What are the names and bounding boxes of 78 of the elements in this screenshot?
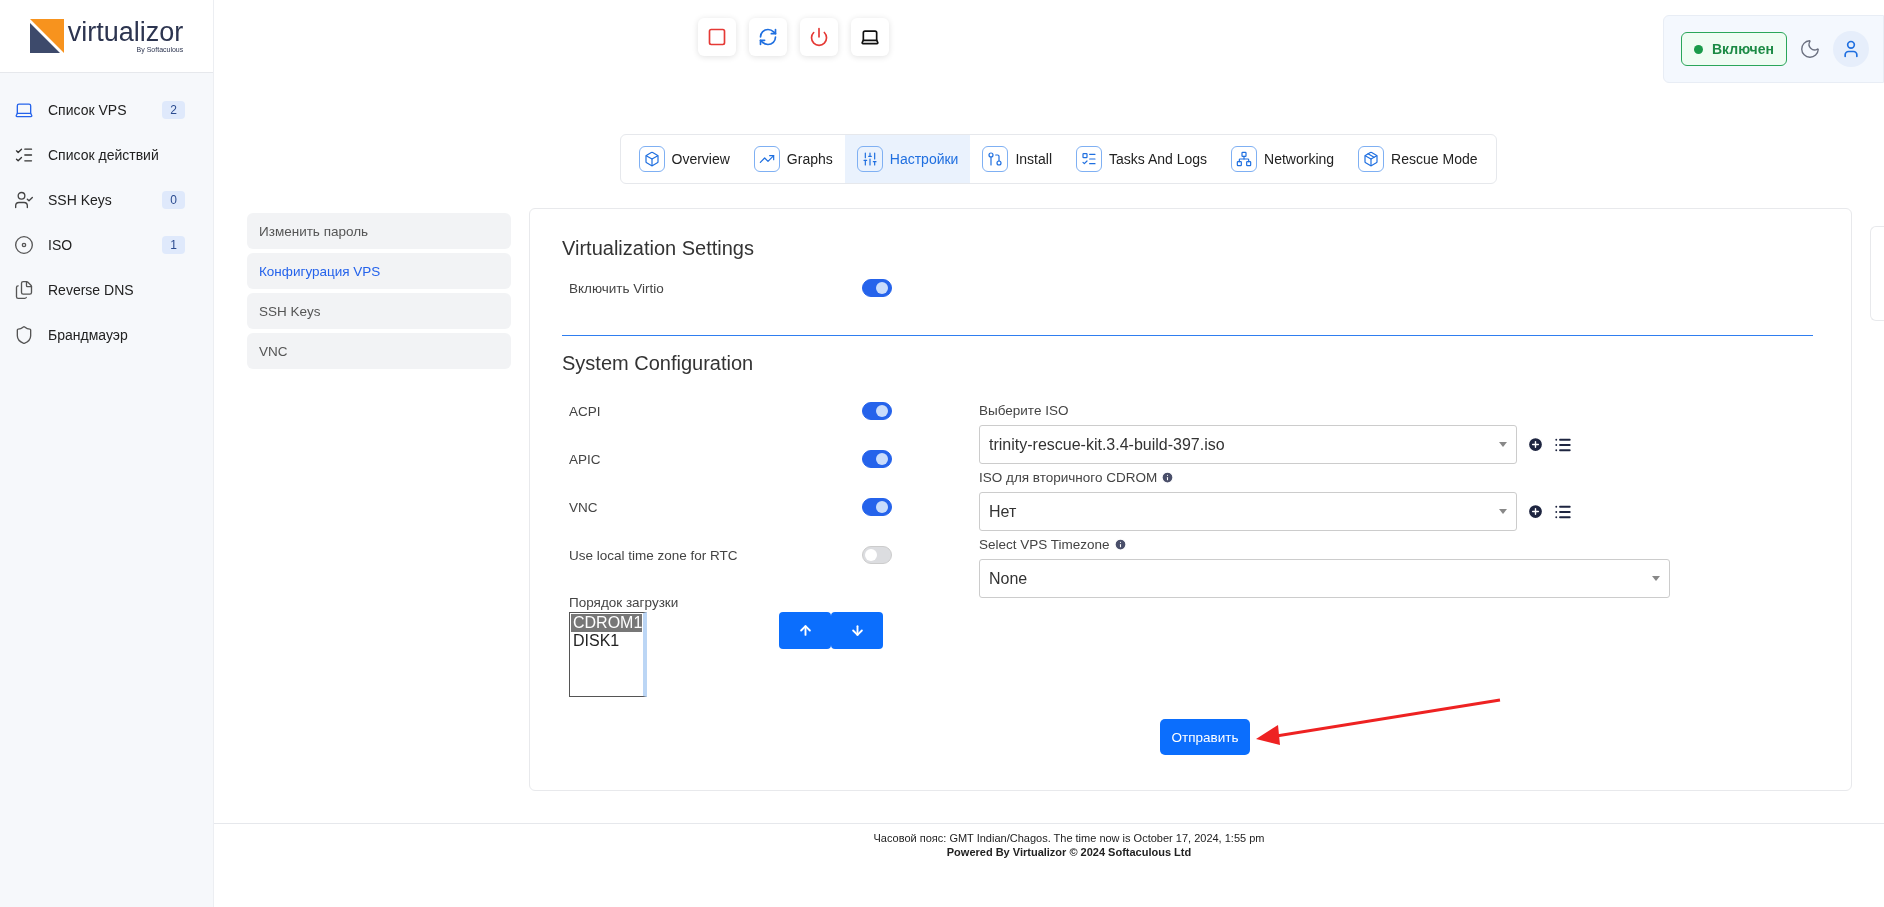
package-icon (1358, 146, 1385, 172)
add-icon[interactable] (1527, 436, 1544, 453)
stop-icon (707, 27, 727, 47)
toggle-switch[interactable] (862, 450, 892, 468)
stop-button[interactable] (698, 18, 736, 56)
footer-copyright: Powered By Virtualizor © 2024 Softaculous Ltd (946, 846, 1192, 858)
move-down-button[interactable] (831, 612, 883, 649)
toggle-switch[interactable] (862, 279, 892, 297)
tab[interactable]: Graphs (741, 135, 845, 183)
submenu-item[interactable]: SSH Keys (247, 293, 511, 329)
footer-time: Часовой пояс: GMT Indian/Chagos. The time now is October 17, 2024, 1:55 pm (873, 832, 1265, 844)
checklist-icon (1076, 146, 1102, 172)
submenu-item[interactable]: VNC (247, 333, 511, 369)
caret-icon (1499, 442, 1507, 447)
toggle-switch[interactable] (862, 498, 892, 516)
refresh-icon (758, 27, 778, 47)
tab[interactable]: Настройки (844, 135, 971, 183)
toggle-switch[interactable] (862, 402, 892, 420)
info-icon[interactable] (1113, 538, 1127, 551)
shield-icon (14, 324, 34, 345)
select-field[interactable]: None (979, 559, 1670, 598)
add-icon[interactable] (1527, 503, 1544, 520)
list-option[interactable]: DISK1 (571, 632, 642, 650)
documents-icon (14, 279, 34, 300)
user-icon (14, 189, 34, 210)
move-up-button[interactable] (779, 612, 831, 649)
setting-label: Use local time zone for RTC (569, 547, 738, 563)
info-icon[interactable] (1161, 471, 1175, 484)
setting-label: VNC (569, 499, 598, 515)
tab[interactable]: Tasks And Logs (1064, 135, 1220, 183)
setting-label: ACPI (569, 403, 601, 419)
field-label: ISO для вторичного CDROM (979, 470, 1158, 485)
sliders-icon (856, 146, 883, 172)
count-badge: 1 (162, 235, 185, 254)
moon-icon[interactable] (1799, 38, 1821, 60)
sidebar-item[interactable]: Список VPS 2 (14, 87, 213, 132)
tab[interactable]: Rescue Mode (1346, 135, 1490, 183)
sidebar-item[interactable]: Reverse DNS (14, 267, 213, 312)
field-label: Выберите ISO (979, 403, 1069, 418)
tab[interactable]: Install (970, 135, 1064, 183)
status-badge: Включен (1681, 32, 1787, 66)
logo-text: virtualizor (67, 19, 184, 46)
caret-icon (1652, 576, 1660, 581)
boot-order-list[interactable]: CDROM1 DISK1 (569, 612, 647, 697)
count-badge: 0 (162, 190, 185, 209)
section-title: Virtualization Settings (562, 237, 755, 260)
setting-label: APIC (569, 451, 601, 467)
tab[interactable]: Overview (626, 135, 742, 183)
caret-icon (1499, 509, 1507, 514)
branch-icon (982, 146, 1009, 172)
laptop-icon (860, 27, 880, 47)
list-option[interactable]: CDROM1 (571, 614, 642, 632)
select-field[interactable]: trinity-rescue-kit.3.4-build-397.iso (979, 425, 1517, 464)
count-badge: 2 (162, 100, 185, 119)
user-avatar[interactable] (1833, 31, 1869, 67)
section-title: System Configuration (562, 352, 755, 375)
submit-button[interactable]: Отправить (1159, 719, 1251, 755)
setting-label: Включить Virtio (569, 280, 664, 296)
select-field[interactable]: Нет (979, 492, 1517, 531)
tab[interactable]: Networking (1219, 135, 1347, 183)
arrow-down-icon (849, 623, 865, 638)
submenu-item[interactable]: Изменить пароль (247, 213, 511, 249)
sidebar-item[interactable]: Список действий (14, 132, 213, 177)
power-button[interactable] (800, 18, 838, 56)
sidebar-item[interactable]: SSH Keys 0 (14, 177, 213, 222)
network-icon (1231, 146, 1258, 172)
disc-icon (14, 234, 34, 255)
sidebar-item[interactable]: Брандмауэр (14, 312, 213, 357)
power-icon (809, 27, 829, 47)
boot-order-label: Порядок загрузки (568, 595, 680, 610)
console-button[interactable] (851, 18, 889, 56)
restart-button[interactable] (749, 18, 787, 56)
field-label: Select VPS Timezone (979, 537, 1110, 552)
chart-icon (753, 146, 780, 172)
cube-icon (638, 146, 665, 172)
logo-icon (29, 19, 64, 53)
submenu-item[interactable]: Конфигурация VPS (247, 253, 511, 289)
sidebar-item[interactable]: ISO 1 (14, 222, 213, 267)
